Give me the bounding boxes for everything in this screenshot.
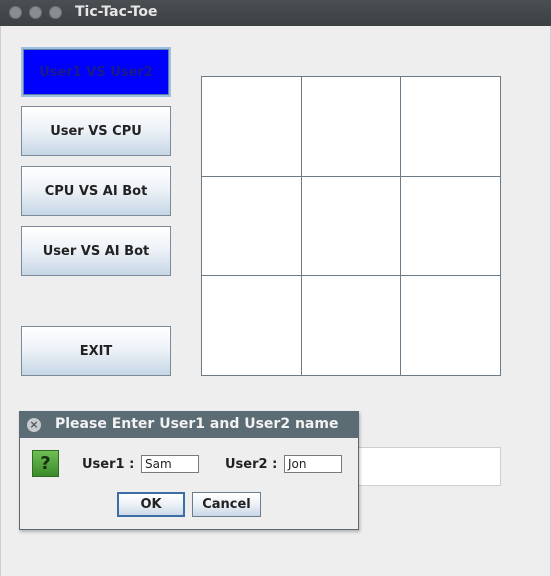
cancel-button[interactable]: Cancel — [192, 492, 261, 517]
minimize-window-icon[interactable] — [29, 6, 42, 19]
user2-label: User2 : — [225, 457, 278, 472]
user2-name-input[interactable]: Jon — [284, 455, 342, 473]
board-cell-3[interactable] — [401, 77, 500, 176]
user1-vs-user2-button[interactable]: User1 VS User2 — [21, 47, 171, 97]
board-cell-5[interactable] — [301, 176, 401, 276]
dialog-close-icon[interactable]: × — [27, 418, 41, 432]
board-cell-8[interactable] — [301, 276, 401, 375]
exit-button[interactable]: EXIT — [21, 326, 171, 376]
board-cell-9[interactable] — [401, 276, 500, 375]
question-icon: ? — [32, 450, 59, 477]
cpu-vs-ai-bot-button[interactable]: CPU VS AI Bot — [21, 166, 171, 216]
board-cell-7[interactable] — [202, 276, 301, 375]
ok-button[interactable]: OK — [117, 492, 185, 517]
status-field — [340, 447, 501, 486]
game-board — [201, 76, 501, 376]
board-cell-1[interactable] — [202, 77, 301, 176]
user1-label: User1 : — [82, 457, 135, 472]
board-cell-2[interactable] — [301, 77, 401, 176]
player-names-dialog: × Please Enter User1 and User2 name ? Us… — [19, 411, 359, 530]
dialog-title: Please Enter User1 and User2 name — [55, 416, 339, 432]
board-cell-4[interactable] — [202, 176, 301, 276]
close-window-icon[interactable] — [9, 6, 22, 19]
window-title: Tic-Tac-Toe — [75, 4, 158, 20]
user-vs-ai-bot-button[interactable]: User VS AI Bot — [21, 226, 171, 276]
maximize-window-icon[interactable] — [49, 6, 62, 19]
dialog-titlebar: × Please Enter User1 and User2 name — [20, 412, 358, 438]
user1-name-input[interactable]: Sam — [141, 455, 199, 473]
board-cell-6[interactable] — [401, 176, 500, 276]
window-titlebar: Tic-Tac-Toe — [0, 0, 551, 26]
user-vs-cpu-button[interactable]: User VS CPU — [21, 106, 171, 156]
